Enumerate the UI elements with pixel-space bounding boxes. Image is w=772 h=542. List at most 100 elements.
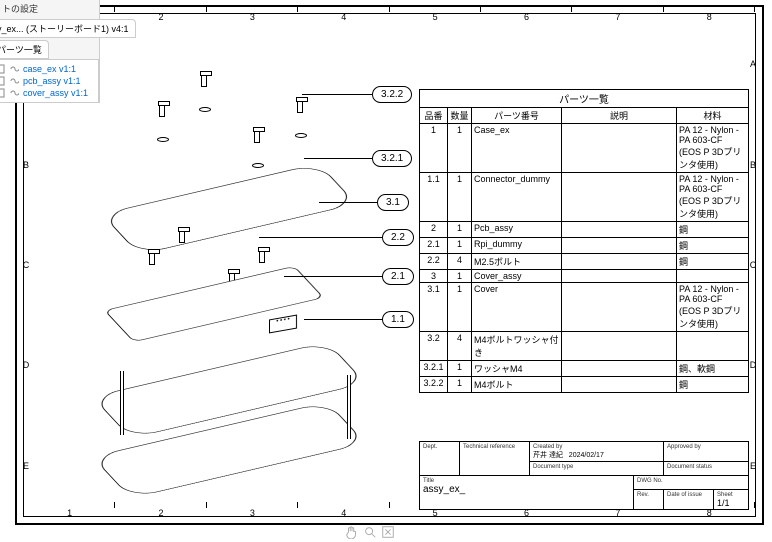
cell-part: Cover <box>472 283 562 332</box>
zoom-icon[interactable] <box>363 525 377 539</box>
ruler-col: 4 <box>298 508 389 518</box>
cell-num: 3.2.2 <box>420 377 448 393</box>
ruler-col: 6 <box>481 12 572 22</box>
tb-rev-label: Rev. <box>637 492 649 498</box>
tree-label: case_ex v1:1 <box>23 64 76 74</box>
cell-mat: PA 12 - Nylon - PA 603-CF (EOS P 3Dプリンタ使… <box>677 283 749 332</box>
post <box>347 375 351 439</box>
cell-num: 2.2 <box>420 254 448 270</box>
tree-item-case[interactable]: case_ex v1:1 <box>0 63 96 75</box>
tb-created-date: 2024/02/17 <box>569 452 604 459</box>
component-icon <box>0 88 5 98</box>
tb-dept-label: Dept. <box>423 444 437 450</box>
cell-part: M4ボルトワッシャ付き <box>472 332 562 361</box>
table-row[interactable]: 11Case_exPA 12 - Nylon - PA 603-CF (EOS … <box>420 124 749 173</box>
screw-m4 <box>201 73 207 87</box>
tb-docstatus-label: Document status <box>667 464 712 470</box>
cell-qty: 1 <box>448 283 472 332</box>
table-row[interactable]: 21Pcb_assy鋼 <box>420 222 749 238</box>
component-icon <box>0 76 5 86</box>
cell-desc <box>562 238 677 254</box>
ruler-row: A <box>748 14 758 114</box>
cell-part: Rpi_dummy <box>472 238 562 254</box>
ruler-col: 3 <box>207 12 298 22</box>
ruler-col: 1 <box>24 508 115 518</box>
cell-mat <box>677 270 749 283</box>
cell-qty: 1 <box>448 173 472 222</box>
cell-qty: 1 <box>448 222 472 238</box>
table-row[interactable]: 3.24M4ボルトワッシャ付き <box>420 332 749 361</box>
cell-num: 2.1 <box>420 238 448 254</box>
washer-m4 <box>295 133 307 138</box>
tb-title: assy_ex_ <box>423 484 465 495</box>
exploded-view[interactable] <box>59 69 389 489</box>
cell-part: Case_ex <box>472 124 562 173</box>
leader-line <box>302 94 372 95</box>
table-row[interactable]: 3.2.11ワッシャM4鋼、軟鋼 <box>420 361 749 377</box>
tb-techref-label: Technical reference <box>463 444 515 450</box>
cell-num: 2 <box>420 222 448 238</box>
tree-item-pcb[interactable]: pcb_assy v1:1 <box>0 75 96 87</box>
table-row[interactable]: 3.11CoverPA 12 - Nylon - PA 603-CF (EOS … <box>420 283 749 332</box>
cell-desc <box>562 254 677 270</box>
table-row[interactable]: 2.24M2.5ボルト 鋼 <box>420 254 749 270</box>
model-tree: case_ex v1:1 pcb_assy v1:1 cover_assy v1… <box>0 59 99 103</box>
cell-desc <box>562 332 677 361</box>
cell-part: M2.5ボルト <box>472 254 562 270</box>
tab-storyboard[interactable]: y_ex... (ストーリーボード1) v4:1 <box>0 19 136 38</box>
cell-mat: 鋼 <box>677 238 749 254</box>
cell-qty: 4 <box>448 332 472 361</box>
leader-line <box>319 202 377 203</box>
tb-approved-label: Approved by <box>667 444 701 450</box>
washer-m4 <box>157 137 169 142</box>
ruler-row: B <box>21 114 31 214</box>
cell-qty: 1 <box>448 270 472 283</box>
table-row[interactable]: 3.2.21M4ボルト鋼 <box>420 377 749 393</box>
cell-desc <box>562 124 677 173</box>
table-row[interactable]: 2.11Rpi_dummy 鋼 <box>420 238 749 254</box>
cell-num: 3.2.1 <box>420 361 448 377</box>
table-row[interactable]: 1.11Connector_dummyPA 12 - Nylon - PA 60… <box>420 173 749 222</box>
leader-line <box>304 158 372 159</box>
ruler-row: E <box>21 416 31 516</box>
cell-desc <box>562 361 677 377</box>
balloon: 1.1 <box>382 311 414 328</box>
washer-m4 <box>252 163 264 168</box>
screw-m25 <box>259 249 265 263</box>
cell-mat: PA 12 - Nylon - PA 603-CF (EOS P 3Dプリンタ使… <box>677 124 749 173</box>
cell-desc <box>562 377 677 393</box>
cell-desc <box>562 173 677 222</box>
cell-qty: 1 <box>448 238 472 254</box>
cell-part: ワッシャM4 <box>472 361 562 377</box>
link-icon <box>9 76 19 86</box>
panel-header: トの設定 <box>0 0 99 17</box>
ruler-row: C <box>21 215 31 315</box>
ruler-row: C <box>748 215 758 315</box>
tb-sheet: 1/1 <box>717 498 730 508</box>
cell-qty: 4 <box>448 254 472 270</box>
cell-mat: 鋼 <box>677 254 749 270</box>
balloon: 2.1 <box>382 268 414 285</box>
inner-frame: 1 2 3 4 5 6 7 8 1 2 3 4 5 6 7 8 A B C D … <box>23 13 756 517</box>
fit-icon[interactable] <box>381 525 395 539</box>
cell-desc <box>562 283 677 332</box>
cell-num: 3 <box>420 270 448 283</box>
table-row[interactable]: 31Cover_assy <box>420 270 749 283</box>
component-icon <box>0 64 5 74</box>
screw-m4 <box>254 129 260 143</box>
ruler-col: 7 <box>572 12 663 22</box>
view-toolbar <box>345 525 395 539</box>
hand-icon[interactable] <box>345 525 359 539</box>
cell-qty: 1 <box>448 361 472 377</box>
tab-parts-list[interactable]: パーツ一覧 <box>0 40 49 59</box>
screw-m25 <box>179 229 185 243</box>
tree-item-cover[interactable]: cover_assy v1:1 <box>0 87 96 99</box>
leader-line <box>304 319 382 320</box>
link-icon <box>9 88 19 98</box>
cover-plate <box>101 163 357 254</box>
screw-m25 <box>149 251 155 265</box>
tb-created-label: Created by <box>533 444 562 450</box>
ruler-row: D <box>21 315 31 415</box>
balloon: 3.1 <box>377 194 409 211</box>
th-qty: 数量 <box>448 108 472 124</box>
